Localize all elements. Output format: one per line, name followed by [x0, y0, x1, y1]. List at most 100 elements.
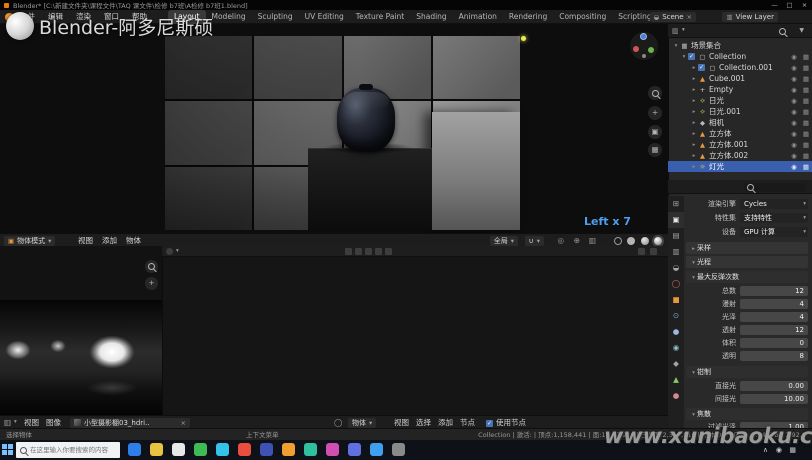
gizmo-z-axis-dot[interactable] [640, 33, 647, 40]
outliner-item-label[interactable]: 立方体.002 [709, 150, 788, 161]
taskbar-app-icon[interactable] [216, 443, 229, 456]
tab-data-icon[interactable]: ▲ [668, 372, 684, 388]
tab-animation[interactable]: Animation [453, 10, 503, 24]
header-icon[interactable] [650, 248, 657, 255]
disclosure-icon[interactable]: ▾ [690, 272, 697, 284]
tab-render-icon[interactable]: ▣ [668, 212, 684, 228]
gizmo-x-axis-dot[interactable] [633, 46, 639, 52]
tab-rendering[interactable]: Rendering [503, 10, 553, 24]
outliner-row[interactable]: ▾ ▦ 场景集合 [668, 40, 812, 51]
speaker-object[interactable] [337, 88, 395, 152]
gizmo-y-axis-dot[interactable] [648, 47, 654, 53]
outliner-row[interactable]: ▸ ▲ 立方体 ◉▦ [668, 128, 812, 139]
outliner-item-label[interactable]: Cube.001 [709, 74, 788, 83]
tab-uv-editing[interactable]: UV Editing [299, 10, 350, 24]
image-datablock-selector[interactable]: 小型摄影棚03_hdri.. × [70, 418, 190, 428]
taskbar-app-icon[interactable] [172, 443, 185, 456]
outliner-row[interactable]: ▸ ◆ 相机 ◉▦ [668, 117, 812, 128]
camera-toggle-icon[interactable]: ▦ [800, 119, 812, 127]
outliner-item-label[interactable]: Collection.001 [719, 63, 788, 72]
tab-constraints-icon[interactable]: ◆ [668, 356, 684, 372]
transparent-bounces-field[interactable]: 8 [740, 351, 808, 361]
maximize-button[interactable]: □ [782, 0, 797, 10]
scene-selector[interactable]: ◒ Scene × [650, 12, 696, 22]
disclosure-icon[interactable]: ▸ [690, 164, 698, 170]
outliner-row[interactable]: ▸ ▲ 立方体.001 ◉▦ [668, 139, 812, 150]
section-sampling[interactable]: ▸采样 [686, 242, 808, 254]
device-dropdown[interactable]: GPU 计算▾ [740, 227, 808, 237]
taskbar-app-icon[interactable] [282, 443, 295, 456]
eye-icon[interactable]: ◉ [788, 163, 800, 171]
disclosure-icon[interactable]: ▸ [690, 131, 698, 137]
total-bounces-field[interactable]: 12 [740, 286, 808, 296]
tab-sculpting[interactable]: Sculpting [252, 10, 299, 24]
camera-toggle-icon[interactable]: ▦ [800, 141, 812, 149]
camera-toggle-icon[interactable]: ▦ [800, 152, 812, 160]
image-editor[interactable]: + [0, 246, 162, 415]
collection-checkbox[interactable]: ✓ [688, 53, 695, 60]
zoom-icon[interactable] [648, 86, 662, 100]
pan-hand-icon[interactable]: + [145, 277, 158, 290]
shading-solid-icon[interactable] [627, 237, 635, 245]
outliner-item-label[interactable]: 场景集合 [691, 40, 812, 51]
camera-toggle-icon[interactable]: ▦ [800, 86, 812, 94]
eye-icon[interactable]: ◉ [788, 86, 800, 94]
render-engine-dropdown[interactable]: Cycles▾ [740, 199, 808, 209]
eye-icon[interactable]: ◉ [788, 75, 800, 83]
disclosure-icon[interactable]: ▾ [680, 54, 688, 60]
header-icon[interactable] [375, 248, 382, 255]
eye-icon[interactable]: ◉ [788, 152, 800, 160]
feature-set-dropdown[interactable]: 支持特性▾ [740, 213, 808, 223]
eye-icon[interactable]: ◉ [788, 53, 800, 61]
clamp-direct-field[interactable]: 0.00 [740, 381, 808, 391]
taskbar-app-icon[interactable] [128, 443, 141, 456]
mode-selector[interactable]: ▣ 物体模式 ▾ [4, 236, 55, 246]
tab-output-icon[interactable]: ▤ [668, 228, 684, 244]
pan-hand-icon[interactable]: + [648, 106, 662, 120]
disclosure-icon[interactable]: ▸ [690, 76, 698, 82]
camera-toggle-icon[interactable]: ▦ [800, 53, 812, 61]
unlink-icon[interactable]: × [181, 419, 186, 427]
camera-toggle-icon[interactable]: ▦ [800, 75, 812, 83]
disclosure-icon[interactable]: ▸ [690, 153, 698, 159]
header-icon[interactable] [385, 248, 392, 255]
outliner-row[interactable]: ▸ + Empty ◉▦ [668, 84, 812, 95]
shading-wireframe-icon[interactable] [614, 237, 622, 245]
disclosure-icon[interactable]: ▾ [672, 43, 680, 49]
tab-world-icon[interactable]: ◯ [668, 276, 684, 292]
outliner-row[interactable]: ▸ ▲ Cube.001 ◉▦ [668, 73, 812, 84]
eye-icon[interactable]: ◉ [788, 97, 800, 105]
outliner-row[interactable]: ▾ ✓ ▢ Collection ◉▦ [668, 51, 812, 62]
outliner-row-selected[interactable]: ▸ ☼ 灯光 ◉▦ [668, 161, 812, 172]
disclosure-icon[interactable]: ▸ [690, 98, 698, 104]
eye-icon[interactable]: ◉ [788, 141, 800, 149]
tab-shading[interactable]: Shading [410, 10, 452, 24]
tab-modifiers-icon[interactable]: ⊙ [668, 308, 684, 324]
camera-view-icon[interactable]: ▣ [648, 125, 662, 139]
outliner-row[interactable]: ▸ ☼ 日光 ◉▦ [668, 95, 812, 106]
disclosure-icon[interactable]: ▸ [690, 65, 698, 71]
section-light-paths[interactable]: ▾光程 [686, 256, 808, 268]
section-caustics[interactable]: ▾焦散 [686, 408, 808, 420]
outliner-row[interactable]: ▸ ✓ ▢ Collection.001 ◉▦ [668, 62, 812, 73]
taskbar-app-icon[interactable] [348, 443, 361, 456]
taskbar-app-icon[interactable] [304, 443, 317, 456]
checkbox-checked-icon[interactable]: ✓ [486, 420, 493, 427]
tab-material-icon[interactable]: ● [668, 388, 684, 404]
outliner-item-label[interactable]: 相机 [709, 117, 788, 128]
tab-texture-paint[interactable]: Texture Paint [350, 10, 410, 24]
camera-toggle-icon[interactable]: ▦ [800, 163, 812, 171]
disclosure-icon[interactable]: ▸ [690, 87, 698, 93]
disclosure-icon[interactable]: ▾ [690, 257, 697, 269]
view-layer-selector[interactable]: ▥ View Layer [722, 12, 778, 22]
camera-toggle-icon[interactable]: ▦ [800, 130, 812, 138]
camera-toggle-icon[interactable]: ▦ [800, 97, 812, 105]
header-icon[interactable] [638, 248, 645, 255]
section-clamping[interactable]: ▾钳制 [686, 366, 808, 378]
taskbar-app-icon[interactable] [392, 443, 405, 456]
disclosure-icon[interactable]: ▾ [690, 409, 697, 421]
taskbar-app-icon[interactable] [194, 443, 207, 456]
filter-icon[interactable]: ▼ [799, 27, 804, 34]
tab-view-layer-icon[interactable]: ▥ [668, 244, 684, 260]
editor-type-icon[interactable] [166, 248, 173, 255]
